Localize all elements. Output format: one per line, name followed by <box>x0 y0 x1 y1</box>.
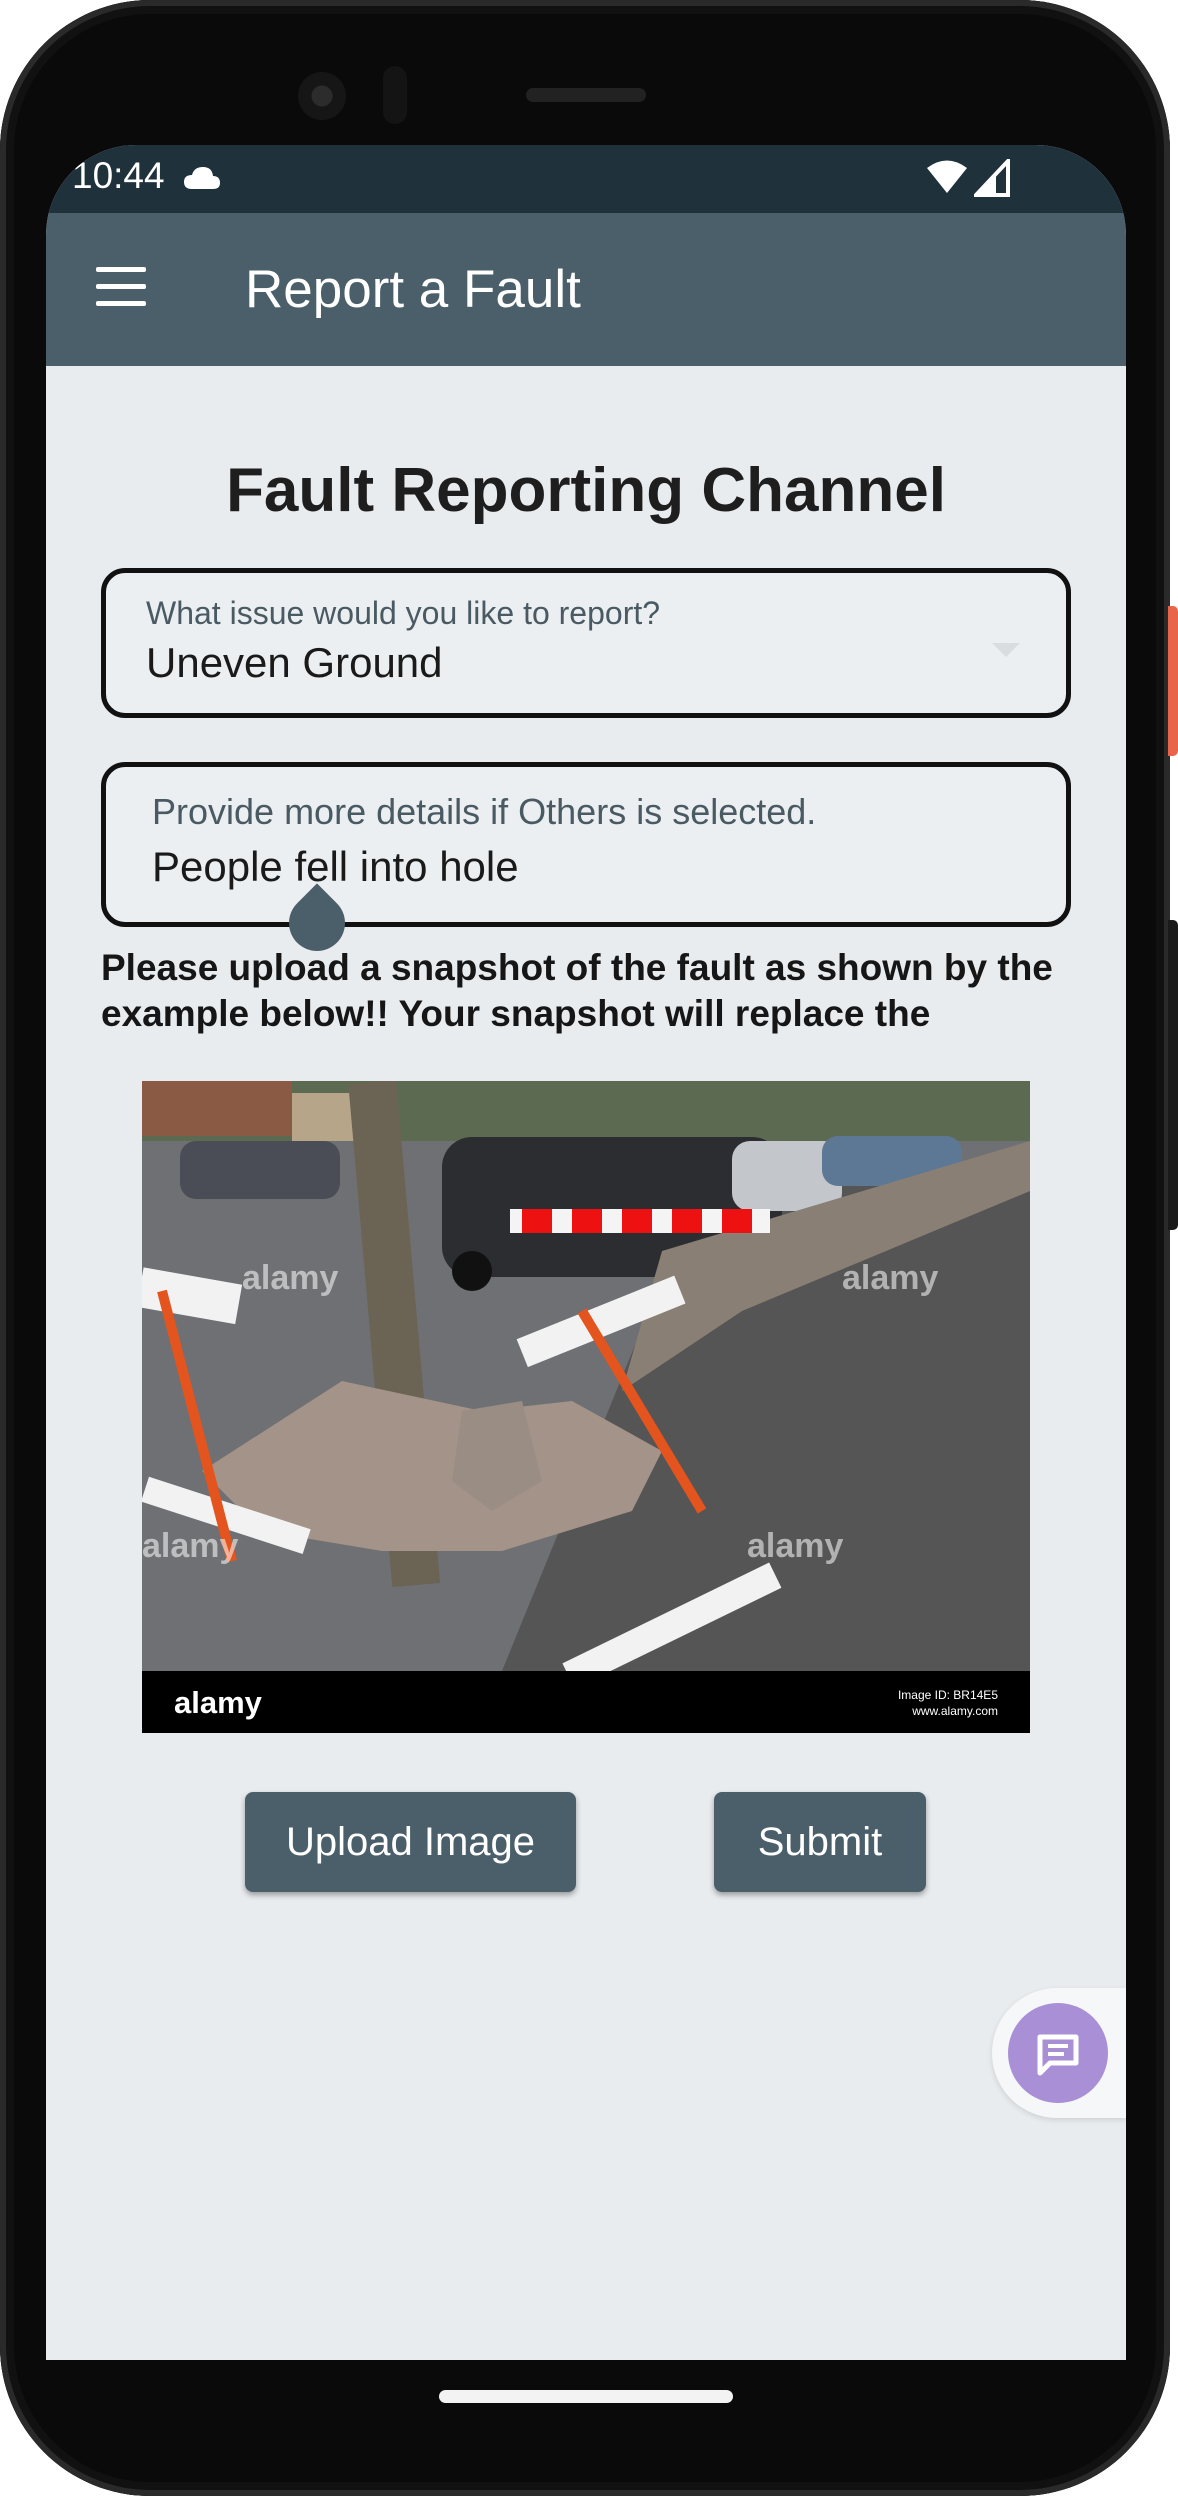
details-field-value[interactable]: People fell into hole <box>152 843 519 891</box>
signal-icon <box>971 155 1010 202</box>
image-brand: alamy <box>174 1685 262 1720</box>
front-camera <box>298 72 346 120</box>
image-footer: alamy Image ID: BR14E5 www.alamy.com <box>142 1671 1030 1733</box>
page-title: Fault Reporting Channel <box>226 456 946 525</box>
details-field[interactable]: Provide more details if Others is select… <box>101 762 1071 927</box>
example-fault-image: alamy alamy alamy alamy alamy Image ID: … <box>142 1081 1030 1733</box>
chevron-down-icon <box>992 643 1020 657</box>
status-bar: 10:44 <box>46 145 1126 213</box>
chat-fab-container <box>992 1988 1126 2118</box>
issue-dropdown[interactable]: What issue would you like to report? Une… <box>101 568 1071 718</box>
issue-dropdown-value: Uneven Ground <box>146 639 443 686</box>
instructions-text: Please upload a snapshot of the fault as… <box>101 947 1053 1034</box>
watermark-text: alamy <box>242 1259 339 1297</box>
proximity-sensor <box>383 66 407 124</box>
status-time: 10:44 <box>72 155 165 196</box>
issue-dropdown-label: What issue would you like to report? <box>146 595 661 631</box>
image-url: www.alamy.com <box>912 1704 998 1718</box>
chat-button[interactable] <box>1008 2003 1108 2103</box>
navigation-bar <box>46 2360 1126 2440</box>
app-title: Report a Fault <box>245 260 581 319</box>
chat-icon <box>1037 2034 1079 2076</box>
submit-button[interactable]: Submit <box>714 1792 926 1892</box>
home-gesture-bar[interactable] <box>439 2390 733 2403</box>
watermark-text: alamy <box>142 1527 239 1565</box>
cloud-icon <box>182 165 222 196</box>
example-photo-illustration <box>142 1081 1030 1689</box>
watermark-text: alamy <box>747 1527 844 1565</box>
watermark-text: alamy <box>842 1259 939 1297</box>
upload-image-button[interactable]: Upload Image <box>245 1792 576 1892</box>
power-button <box>1168 606 1178 756</box>
earpiece-speaker <box>526 88 646 102</box>
image-credit: Image ID: BR14E5 www.alamy.com <box>898 1687 998 1719</box>
screen: 10:44 Report a Fault Fault Reporting Cha… <box>46 145 1126 2360</box>
details-field-label: Provide more details if Others is select… <box>152 791 817 832</box>
wifi-icon <box>926 159 968 200</box>
menu-icon[interactable] <box>96 267 150 311</box>
image-id: Image ID: BR14E5 <box>897 1688 998 1702</box>
app-bar: Report a Fault <box>46 213 1126 366</box>
volume-button <box>1168 920 1178 1230</box>
